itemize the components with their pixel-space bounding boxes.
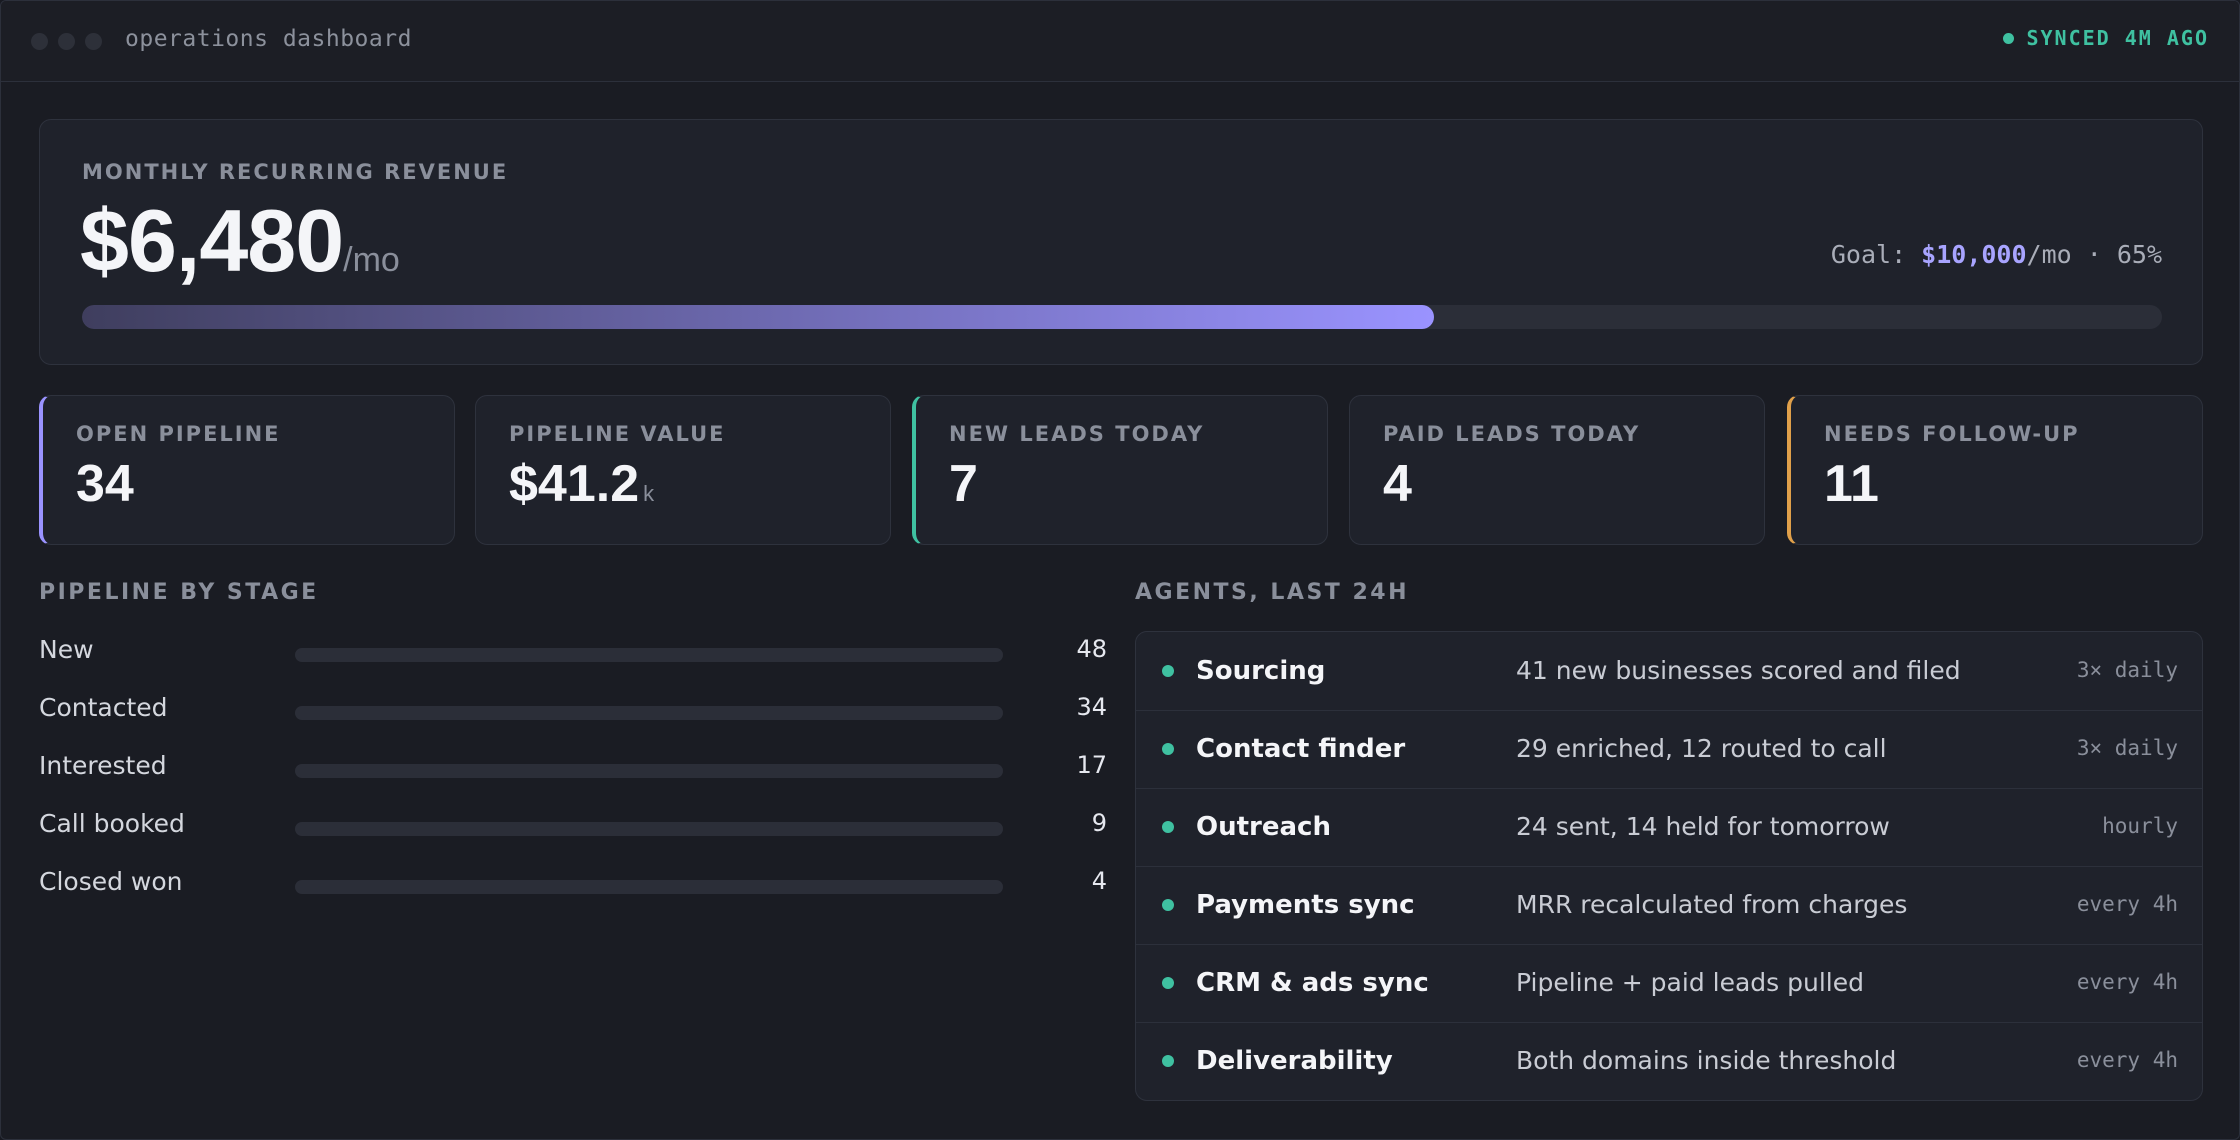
- stage-bar-fill: [295, 764, 1003, 778]
- agent-frequency: 3× daily: [2076, 658, 2178, 682]
- stat-label: PAID LEADS TODAY: [1383, 422, 1641, 446]
- stat-value: 7: [949, 454, 978, 514]
- stage-bar-track: [295, 648, 1003, 662]
- mrr-label: MONTHLY RECURRING REVENUE: [82, 160, 509, 184]
- stat-suffix: k: [643, 481, 655, 506]
- stat-label: PIPELINE VALUE: [509, 422, 726, 446]
- stat-number: 7: [949, 455, 978, 513]
- agent-row-deliverability[interactable]: Deliverability Both domains inside thres…: [1136, 1022, 2202, 1100]
- agent-name: Payments sync: [1196, 890, 1415, 920]
- agent-description: Pipeline + paid leads pulled: [1516, 968, 1864, 997]
- agent-status-dot-icon: [1162, 665, 1174, 677]
- agents-list: Sourcing 41 new businesses scored and fi…: [1135, 631, 2203, 1101]
- agent-frequency: every 4h: [2076, 1048, 2178, 1072]
- stage-bar-fill: [295, 822, 1003, 836]
- stat-number: 11: [1824, 455, 1879, 513]
- agent-row-outreach[interactable]: Outreach 24 sent, 14 held for tomorrow h…: [1136, 788, 2202, 867]
- agent-row-sourcing[interactable]: Sourcing 41 new businesses scored and fi…: [1136, 632, 2202, 711]
- stage-bar-track: [295, 764, 1003, 778]
- agent-frequency: 3× daily: [2076, 736, 2178, 760]
- dashboard-window: operations dashboard SYNCED 4M AGO MONTH…: [0, 0, 2240, 1140]
- window-maximize-dot[interactable]: [85, 33, 102, 50]
- stage-name: New: [39, 635, 94, 664]
- stat-value: 11: [1824, 454, 1879, 514]
- agent-name: Contact finder: [1196, 734, 1406, 764]
- window-title: operations dashboard: [125, 26, 412, 52]
- stage-count: 9: [1091, 809, 1107, 837]
- stat-card-needs-follow-up[interactable]: NEEDS FOLLOW-UP 11: [1787, 395, 2203, 545]
- status-dot-icon: [2003, 32, 2015, 44]
- stage-bar-fill: [295, 880, 1003, 894]
- stage-count: 34: [1076, 693, 1107, 721]
- window-close-dot[interactable]: [31, 33, 48, 50]
- agent-description: 24 sent, 14 held for tomorrow: [1516, 812, 1890, 841]
- window-minimize-dot[interactable]: [58, 33, 75, 50]
- agent-status-dot-icon: [1162, 743, 1174, 755]
- agent-name: Deliverability: [1196, 1046, 1393, 1076]
- stage-bar-fill: [295, 648, 1003, 662]
- stat-card-open-pipeline[interactable]: OPEN PIPELINE 34: [39, 395, 455, 545]
- stage-row-call-booked[interactable]: Call booked 9: [39, 805, 1107, 845]
- stage-name: Call booked: [39, 809, 185, 838]
- mrr-progress-track: [82, 305, 2162, 329]
- stage-row-new[interactable]: New 48: [39, 631, 1107, 671]
- agent-description: Both domains inside threshold: [1516, 1046, 1897, 1075]
- agent-frequency: every 4h: [2076, 892, 2178, 916]
- stage-row-closed-won[interactable]: Closed won 4: [39, 863, 1107, 903]
- agent-description: 41 new businesses scored and filed: [1516, 656, 1961, 685]
- agent-frequency: hourly: [2102, 814, 2178, 838]
- mrr-value-block: $6,480/mo: [80, 190, 400, 292]
- stat-number: 34: [76, 455, 134, 513]
- stage-name: Closed won: [39, 867, 183, 896]
- agent-row-contact-finder[interactable]: Contact finder 29 enriched, 12 routed to…: [1136, 710, 2202, 789]
- stage-count: 17: [1076, 751, 1107, 779]
- title-bar: operations dashboard SYNCED 4M AGO: [1, 1, 2239, 82]
- stat-number: 4: [1383, 455, 1412, 513]
- agent-status-dot-icon: [1162, 977, 1174, 989]
- stat-card-new-leads[interactable]: NEW LEADS TODAY 7: [912, 395, 1328, 545]
- agent-frequency: every 4h: [2076, 970, 2178, 994]
- stage-bar-track: [295, 706, 1003, 720]
- stage-bar-track: [295, 880, 1003, 894]
- stage-count: 4: [1091, 867, 1107, 895]
- stage-count: 48: [1076, 635, 1107, 663]
- stat-label: OPEN PIPELINE: [76, 422, 281, 446]
- stat-number: $41.2: [509, 455, 640, 513]
- stage-name: Contacted: [39, 693, 168, 722]
- agent-row-crm-ads-sync[interactable]: CRM & ads sync Pipeline + paid leads pul…: [1136, 944, 2202, 1023]
- agent-description: MRR recalculated from charges: [1516, 890, 1908, 919]
- agent-row-payments-sync[interactable]: Payments sync MRR recalculated from char…: [1136, 866, 2202, 945]
- agent-name: Outreach: [1196, 812, 1331, 842]
- stat-value: 34: [76, 454, 134, 514]
- agent-status-dot-icon: [1162, 899, 1174, 911]
- stat-value: $41.2 k: [509, 454, 654, 514]
- mrr-unit: /mo: [343, 241, 400, 279]
- mrr-goal: Goal: $10,000/mo · 65%: [1831, 240, 2162, 269]
- stage-bar-fill: [295, 706, 1003, 720]
- agents-section-title: AGENTS, LAST 24H: [1135, 580, 1409, 605]
- sync-status-text: SYNCED 4M AGO: [2026, 26, 2209, 50]
- stat-card-paid-leads[interactable]: PAID LEADS TODAY 4: [1349, 395, 1765, 545]
- stat-label: NEEDS FOLLOW-UP: [1824, 422, 2080, 446]
- stat-label: NEW LEADS TODAY: [949, 422, 1205, 446]
- goal-prefix: Goal:: [1830, 240, 1922, 269]
- goal-value: $10,000: [1921, 240, 2027, 269]
- goal-suffix: /mo · 65%: [2026, 240, 2162, 269]
- stage-row-contacted[interactable]: Contacted 34: [39, 689, 1107, 729]
- stat-card-pipeline-value[interactable]: PIPELINE VALUE $41.2 k: [475, 395, 891, 545]
- stage-row-interested[interactable]: Interested 17: [39, 747, 1107, 787]
- stage-bar-track: [295, 822, 1003, 836]
- stage-name: Interested: [39, 751, 167, 780]
- agent-status-dot-icon: [1162, 1055, 1174, 1067]
- pipeline-section-title: PIPELINE BY STAGE: [39, 580, 319, 605]
- agent-status-dot-icon: [1162, 821, 1174, 833]
- stat-value: 4: [1383, 454, 1412, 514]
- mrr-progress-fill: [82, 305, 1434, 329]
- agent-description: 29 enriched, 12 routed to call: [1516, 734, 1887, 763]
- mrr-value: $6,480: [80, 191, 344, 290]
- agent-name: Sourcing: [1196, 656, 1326, 686]
- mrr-card: MONTHLY RECURRING REVENUE $6,480/mo Goal…: [39, 119, 2203, 365]
- sync-status: SYNCED 4M AGO: [2003, 26, 2209, 50]
- agent-name: CRM & ads sync: [1196, 968, 1429, 998]
